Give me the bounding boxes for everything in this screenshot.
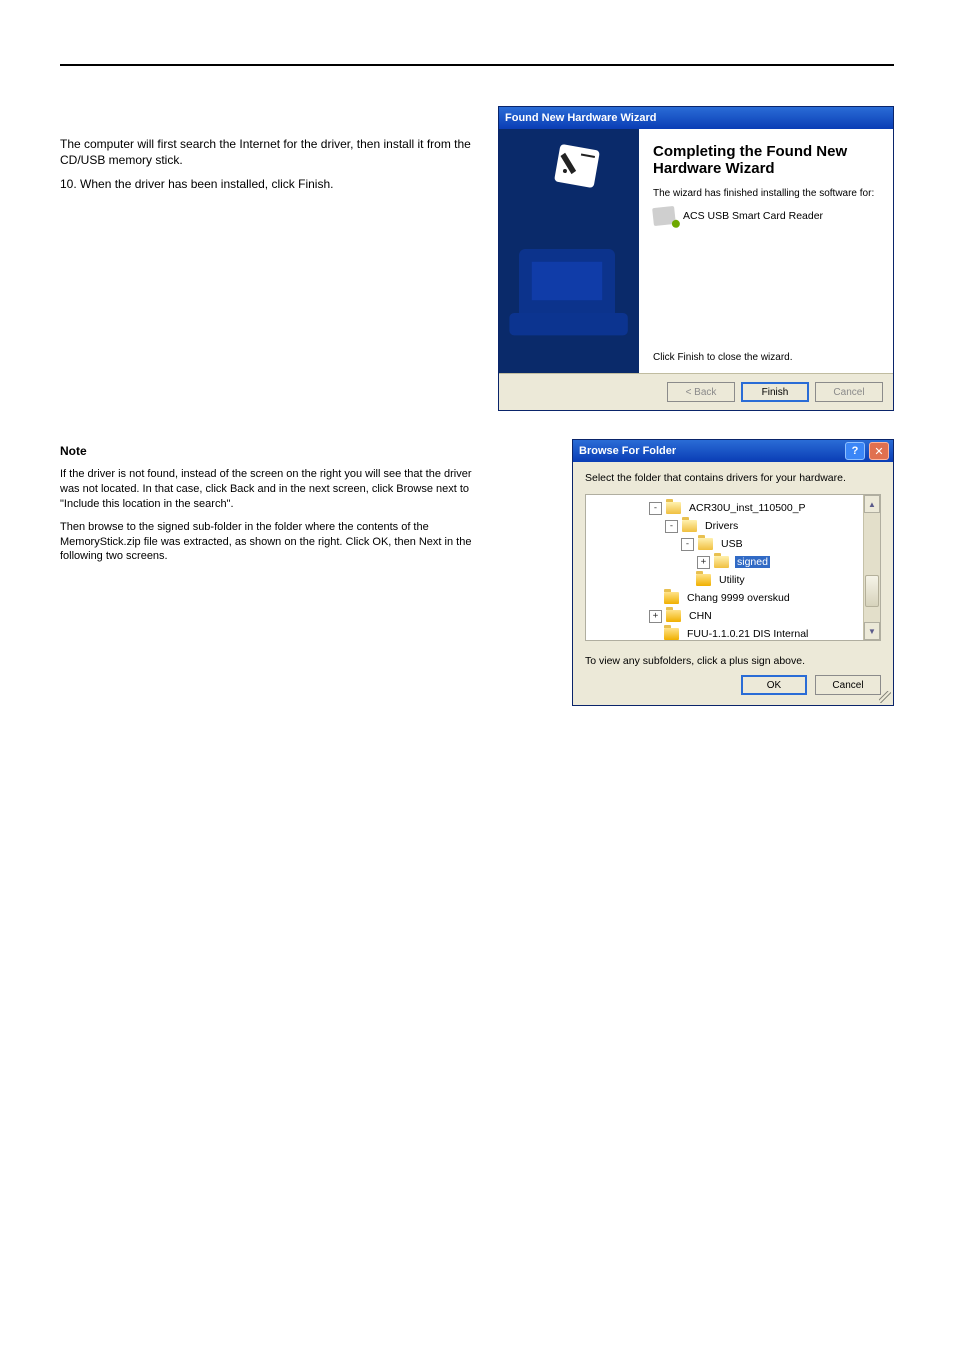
resize-grip[interactable] [879,691,891,703]
wizard-banner [499,129,639,373]
collapse-icon[interactable]: - [681,538,694,551]
tree-row[interactable]: Chang 9999 overskud [594,589,861,607]
wizard-subheading: The wizard has finished installing the s… [653,188,879,199]
tree-row[interactable]: - Drivers [594,517,861,535]
collapse-icon[interactable]: - [665,520,678,533]
note-title: Note [60,444,87,458]
device-name: ACS USB Smart Card Reader [683,210,823,222]
close-icon[interactable]: ✕ [869,442,889,460]
tree-scrollbar[interactable]: ▲ ▼ [863,495,880,640]
folder-icon [666,502,681,514]
finish-button[interactable]: Finish [741,382,809,402]
folder-icon [664,628,679,640]
tree-item-label: USB [719,538,745,550]
tree-spacer [649,593,660,604]
browse-cancel-button[interactable]: Cancel [815,675,881,695]
tree-row[interactable]: + CHN [594,607,861,625]
step10-intro: The computer will first search the Inter… [60,136,474,168]
folder-icon [698,538,713,550]
tree-row[interactable]: + signed [594,553,861,571]
note-text: Note If the driver is not found, instead… [60,439,474,572]
found-new-hardware-wizard: Found New Hardware Wizard [498,106,894,411]
note-body-1: If the driver is not found, instead of t… [60,467,474,512]
folder-icon [666,610,681,622]
browse-title: Browse For Folder [579,445,841,457]
folder-icon [664,592,679,604]
step10-action: When the driver has been installed, clic… [80,177,333,191]
tree-item-label: Utility [717,574,747,586]
tree-item-label: signed [735,556,770,568]
wizard-titlebar[interactable]: Found New Hardware Wizard [499,107,893,129]
tree-item-label: ACR30U_inst_110500_P [687,502,808,514]
tree-row[interactable]: - ACR30U_inst_110500_P [594,499,861,517]
browse-hint: To view any subfolders, click a plus sig… [585,655,881,667]
ok-button[interactable]: OK [741,675,807,695]
scroll-up-icon[interactable]: ▲ [864,495,880,513]
cardreader-icon [652,205,676,225]
collapse-icon[interactable]: - [649,502,662,515]
scrollbar-thumb[interactable] [865,575,879,607]
wizard-closeline: Click Finish to close the wizard. [653,352,879,363]
tree-spacer [649,629,660,640]
folder-tree[interactable]: -ACR30U_inst_110500_P-Drivers-USB+signed… [586,495,863,640]
browse-message: Select the folder that contains drivers … [585,472,881,484]
browse-titlebar[interactable]: Browse For Folder ? ✕ [573,440,893,462]
back-button: < Back [667,382,735,402]
help-icon[interactable]: ? [845,442,865,460]
folder-icon [696,574,711,586]
tree-row[interactable]: Utility [594,571,861,589]
expand-icon[interactable]: + [649,610,662,623]
expand-icon[interactable]: + [697,556,710,569]
tree-item-label: CHN [687,610,714,622]
tree-spacer [681,575,692,586]
wizard-title: Found New Hardware Wizard [505,112,656,124]
note-body-2: Then browse to the signed sub-folder in … [60,520,474,565]
tree-item-label: FUU-1.1.0.21 DIS Internal [685,628,810,640]
tree-item-label: Chang 9999 overskud [685,592,792,604]
browse-for-folder-dialog: Browse For Folder ? ✕ Select the folder … [572,439,894,706]
step10-number: 10. [60,177,77,191]
cancel-button: Cancel [815,382,883,402]
folder-icon [682,520,697,532]
folder-icon [714,556,729,568]
tree-row[interactable]: - USB [594,535,861,553]
tree-item-label: Drivers [703,520,740,532]
wizard-heading: Completing the Found New Hardware Wizard [653,143,879,178]
step10-text: The computer will first search the Inter… [60,106,474,201]
tree-row[interactable]: FUU-1.1.0.21 DIS Internal [594,625,861,640]
scroll-down-icon[interactable]: ▼ [864,622,880,640]
